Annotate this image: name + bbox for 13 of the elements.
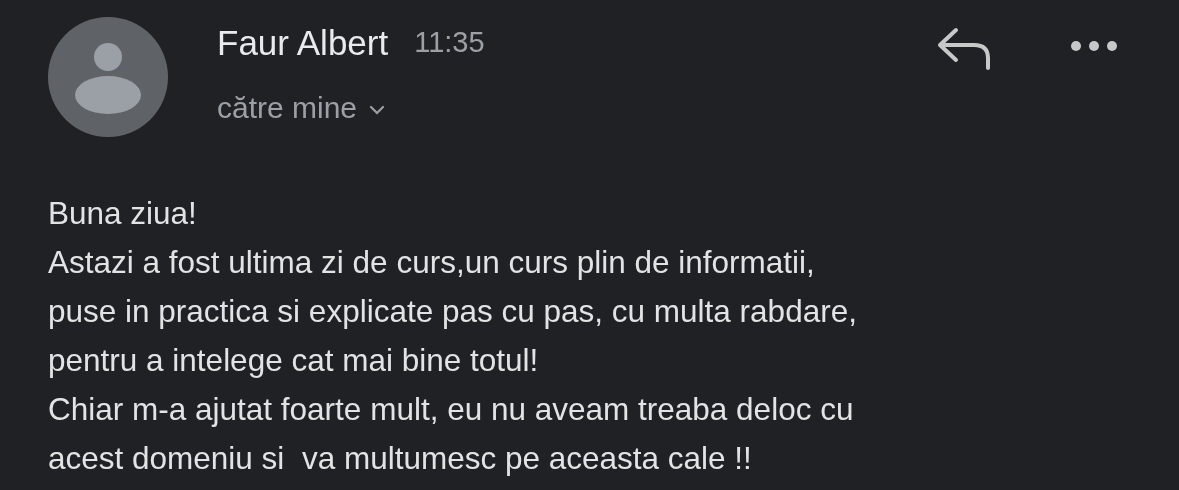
message-line: Buna ziua! xyxy=(48,194,198,233)
recipient-label[interactable]: către mine xyxy=(217,85,358,130)
message-line: acest domeniu si va multumesc pe aceasta cale !! xyxy=(48,439,753,478)
message-line: Chiar m-a ajutat foarte mult, eu nu aveam treaba deloc cu xyxy=(48,390,855,429)
timestamp: 11:35 xyxy=(414,25,485,61)
sender-name: Faur Albert xyxy=(217,21,389,64)
message-line: Astazi a fost ultima zi de curs,un curs plin de informatii, xyxy=(48,243,816,282)
more-options-icon[interactable] xyxy=(1070,40,1118,52)
chevron-down-icon[interactable] xyxy=(369,104,386,115)
message-line: puse in practica si explicate pas cu pas, cu multa rabdare, xyxy=(48,292,858,331)
reply-icon[interactable] xyxy=(936,26,992,70)
avatar-icon xyxy=(48,17,168,137)
message-line: pentru a intelege cat mai bine totul! xyxy=(48,341,540,380)
